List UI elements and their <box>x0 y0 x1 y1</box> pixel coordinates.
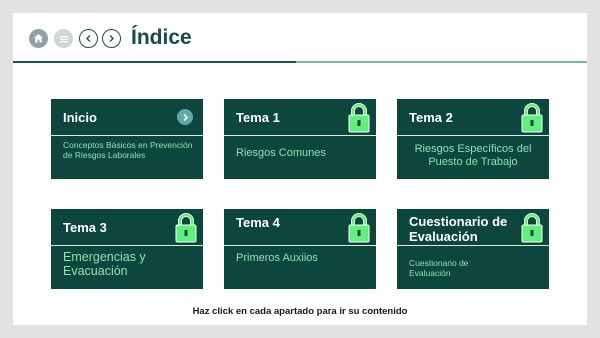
arrow-right-icon <box>182 113 188 121</box>
lock-icon <box>521 213 543 243</box>
card-header: Tema 2 <box>397 99 549 135</box>
card-title: Tema 3 <box>63 220 107 235</box>
chevron-left-icon <box>86 35 91 42</box>
home-button[interactable] <box>29 29 48 48</box>
card-header: Cuestionario de Evaluación <box>397 209 549 245</box>
card-subtitle: Primeros Auxiios <box>236 252 318 264</box>
page-title: Índice <box>131 26 192 49</box>
lock-icon <box>348 213 370 243</box>
instruction-text: Haz click en cada apartado para ir su co… <box>192 306 408 317</box>
card-tema-3[interactable]: Tema 3 Emergencias y Evacuación <box>51 209 203 289</box>
lock-icon <box>521 103 543 133</box>
card-title: Tema 1 <box>236 110 280 125</box>
card-divider <box>51 245 203 246</box>
card-title: Tema 2 <box>409 110 453 125</box>
card-divider <box>224 245 376 246</box>
home-icon <box>34 34 43 43</box>
card-subtitle: Riesgos Específicos del Puesto de Trabaj… <box>414 143 532 168</box>
card-header: Tema 3 <box>51 209 203 245</box>
card-tema-1[interactable]: Tema 1 Riesgos Comunes <box>224 99 376 179</box>
menu-icon <box>59 35 68 42</box>
card-cuestionario[interactable]: Cuestionario de Evaluación Cuestionario … <box>397 209 549 289</box>
card-inicio[interactable]: Inicio Conceptos Básicos en Prevención d… <box>51 99 203 179</box>
header: Índice <box>13 13 587 63</box>
card-header: Tema 4 <box>224 209 376 245</box>
chevron-right-icon <box>109 35 114 42</box>
header-divider-light <box>296 61 587 63</box>
card-title: Tema 4 <box>236 215 280 230</box>
card-tema-4[interactable]: Tema 4 Primeros Auxiios <box>224 209 376 289</box>
previous-button[interactable] <box>79 29 98 48</box>
card-header: Tema 1 <box>224 99 376 135</box>
card-subtitle: Conceptos Básicos en Prevención de Riesg… <box>63 140 193 160</box>
card-subtitle: Cuestionario de Evaluación <box>409 258 469 278</box>
card-tema-2[interactable]: Tema 2 Riesgos Específicos del Puesto de… <box>397 99 549 179</box>
card-title: Cuestionario de Evaluación <box>409 214 508 244</box>
card-divider <box>51 135 203 136</box>
lock-icon <box>348 103 370 133</box>
card-divider <box>397 135 549 136</box>
card-header: Inicio <box>51 99 203 135</box>
slide: Índice Inicio Conceptos Básicos en Preve… <box>13 13 587 325</box>
card-title: Inicio <box>63 110 97 125</box>
next-button[interactable] <box>102 29 121 48</box>
card-divider <box>224 135 376 136</box>
go-button[interactable] <box>177 109 193 125</box>
card-divider <box>397 245 549 246</box>
lock-icon <box>175 213 197 243</box>
card-subtitle: Riesgos Comunes <box>236 147 326 159</box>
card-subtitle: Emergencias y Evacuación <box>63 250 146 278</box>
header-divider-dark <box>13 61 296 63</box>
menu-button[interactable] <box>54 29 73 48</box>
